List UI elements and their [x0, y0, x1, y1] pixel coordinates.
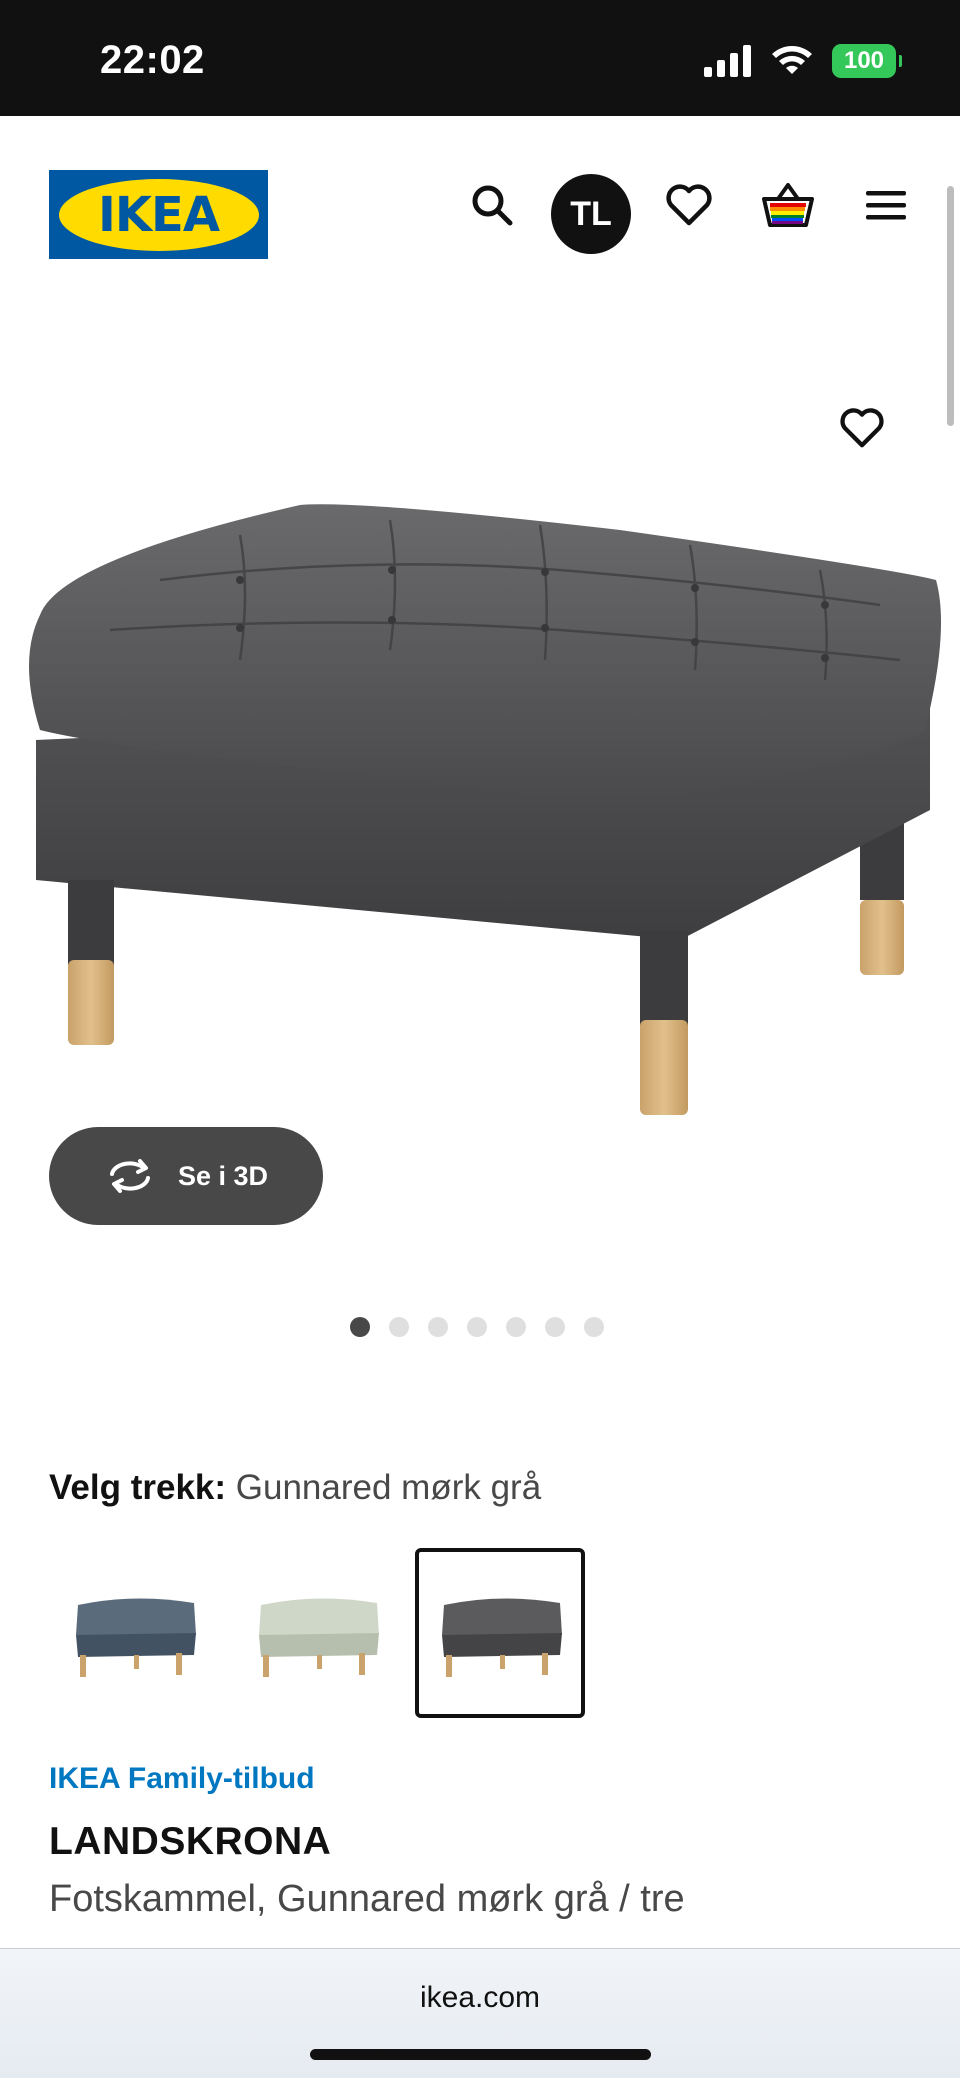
logo-text: IKEA: [98, 186, 220, 243]
carousel-dot[interactable]: [545, 1317, 565, 1337]
logo-oval: IKEA: [58, 178, 259, 251]
cover-selection-label: Velg trekk:: [49, 1468, 227, 1507]
browser-address-bar[interactable]: ikea.com: [0, 1948, 960, 2078]
view-3d-label: Se i 3D: [177, 1160, 269, 1191]
carousel-dot[interactable]: [428, 1317, 448, 1337]
product-name: LANDSKRONA: [49, 1820, 332, 1863]
swatch-thumbnail: [442, 1598, 562, 1677]
carousel-dot[interactable]: [467, 1317, 487, 1337]
add-to-favorites-button[interactable]: [832, 398, 892, 458]
family-offer-label: IKEA Family-tilbud: [49, 1762, 315, 1795]
heart-icon[interactable]: [657, 173, 721, 237]
carousel-dot[interactable]: [389, 1317, 409, 1337]
status-icons: 100: [704, 44, 902, 78]
swatch-thumbnail: [259, 1598, 379, 1677]
heart-icon: [840, 408, 884, 448]
cover-selection: Velg trekk: Gunnared mørk grå: [49, 1468, 541, 1508]
signal-icon: [704, 45, 751, 77]
rotate-3d-icon: [109, 1159, 150, 1193]
search-icon[interactable]: [460, 173, 524, 237]
swatch-thumbnail: [76, 1598, 196, 1677]
view-3d-button[interactable]: Se i 3D: [49, 1127, 323, 1225]
ottoman-illustration: [29, 504, 942, 1115]
site-header: IKEA TL: [0, 116, 960, 316]
status-bar: 22:02 100: [0, 0, 960, 116]
cover-selection-value: Gunnared mørk grå: [235, 1468, 542, 1507]
user-avatar-button[interactable]: TL: [551, 174, 631, 254]
status-time: 22:02: [100, 38, 205, 82]
battery-icon: 100: [832, 44, 902, 78]
image-carousel-dots[interactable]: [350, 1317, 604, 1337]
wifi-icon: [772, 46, 812, 74]
ikea-logo[interactable]: IKEA: [49, 170, 268, 259]
swatch-blue[interactable]: [49, 1548, 219, 1718]
carousel-dot[interactable]: [350, 1317, 370, 1337]
menu-icon[interactable]: [854, 173, 918, 237]
carousel-dot[interactable]: [584, 1317, 604, 1337]
carousel-dot[interactable]: [506, 1317, 526, 1337]
cover-swatches: [49, 1548, 585, 1718]
url-text[interactable]: ikea.com: [0, 1981, 960, 2015]
swatch-light-green[interactable]: [232, 1548, 402, 1718]
product-description: Fotskammel, Gunnared mørk grå / tre: [49, 1878, 685, 1920]
swatch-dark-grey[interactable]: [415, 1548, 585, 1718]
home-indicator[interactable]: [310, 2049, 651, 2060]
basket-icon[interactable]: [756, 173, 820, 237]
